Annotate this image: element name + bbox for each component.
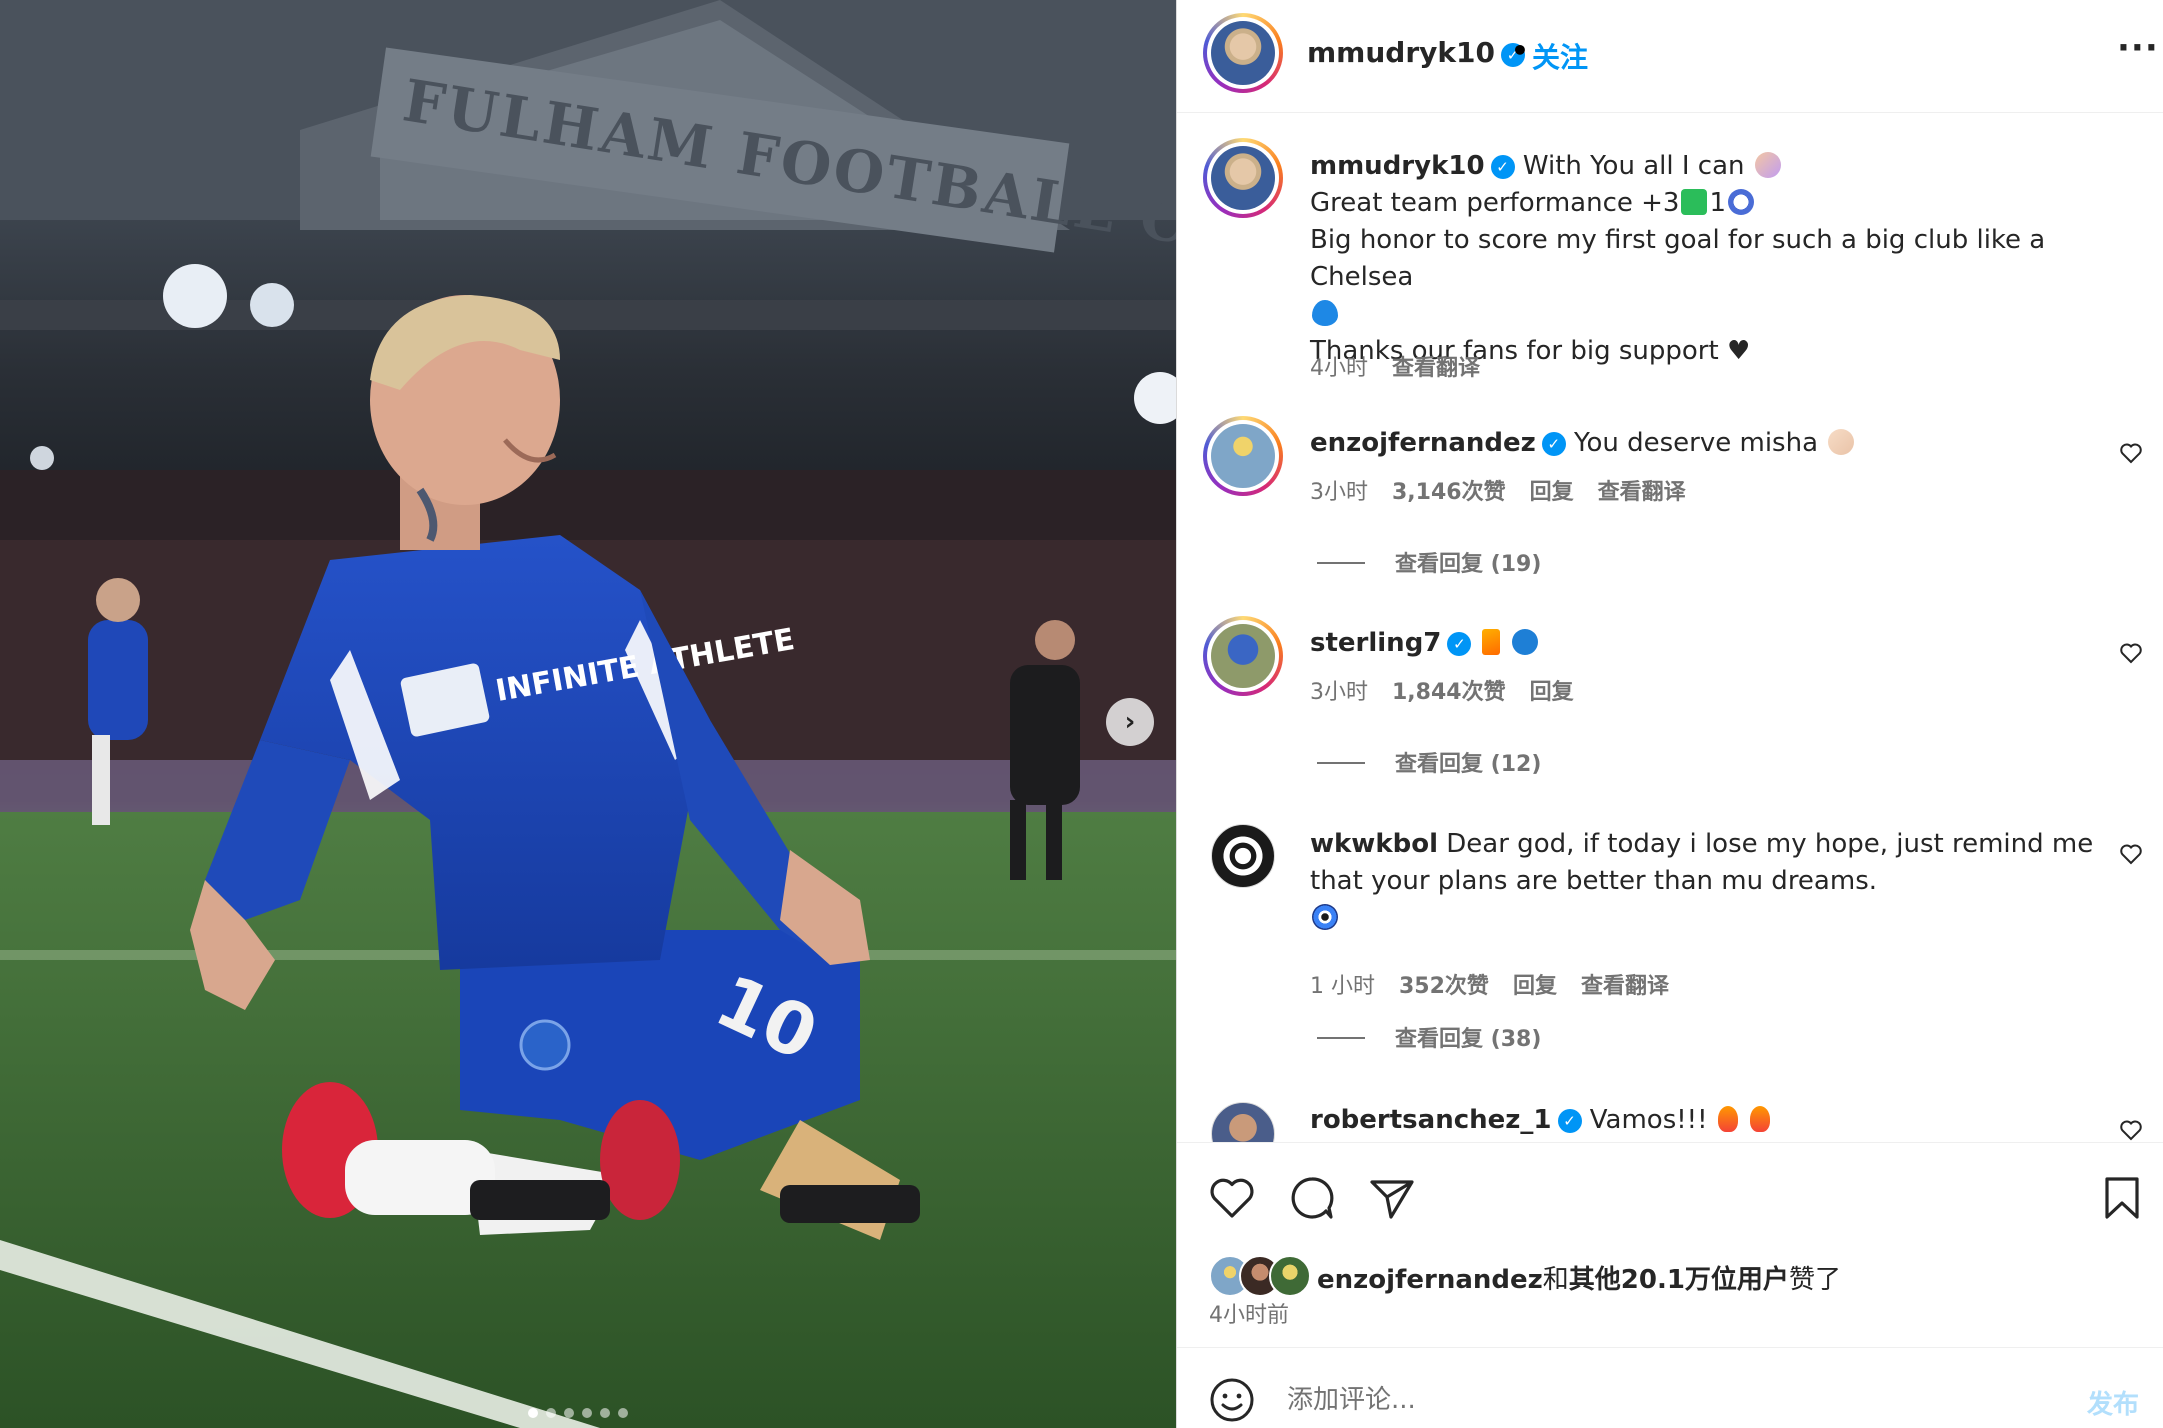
likes-summary[interactable]: enzojfernandez和其他20.1万位用户赞了 (1317, 1259, 1841, 1296)
more-options-icon[interactable]: ··· (2117, 28, 2159, 68)
comment-like-heart-icon[interactable] (2119, 641, 2143, 665)
comment-time: 3小时 (1310, 680, 1368, 705)
evil-eye-icon (1312, 904, 1338, 930)
comment-body: You deserve misha (1574, 428, 1818, 458)
carousel-indicator (528, 1408, 628, 1418)
comment-bubble-icon[interactable] (1287, 1173, 1337, 1223)
view-replies-button[interactable]: 查看回复 (38) (1317, 1021, 1541, 1053)
separator-dot: • (1511, 34, 1529, 67)
comment-meta: 3小时 3,146次赞 回复 查看翻译 (1310, 474, 1686, 506)
comment-time: 1 小时 (1310, 974, 1375, 999)
comment-meta: 1 小时 352次赞 回复 查看翻译 (1310, 968, 1669, 1000)
fire-icon (1717, 1106, 1738, 1132)
carousel-dot (546, 1408, 556, 1418)
likes-others-link[interactable]: 其他20.1万位用户 (1569, 1265, 1789, 1295)
smiley-icon[interactable] (1209, 1377, 1255, 1423)
caption-username[interactable]: mmudryk10 (1310, 151, 1485, 181)
floodlight (1134, 372, 1176, 424)
liker-avatar (1269, 1255, 1311, 1297)
comment-reply-button[interactable]: 回复 (1530, 674, 1574, 706)
comment-time: 3小时 (1310, 480, 1368, 505)
comment-username[interactable]: enzojfernandez (1310, 428, 1536, 458)
caption-line: With You all I can (1522, 151, 1745, 181)
comment-likes[interactable]: 3,146次赞 (1392, 474, 1506, 506)
comment-input[interactable] (1287, 1378, 2047, 1422)
caption-line: Great team performance +3 (1310, 188, 1680, 218)
publish-button[interactable]: 发布 (2087, 1384, 2139, 1421)
caption-line: 1 (1709, 188, 1727, 218)
comment-likes[interactable]: 352次赞 (1399, 968, 1489, 1000)
check-mark-icon (1681, 189, 1708, 215)
blue-heart-icon (1312, 300, 1338, 326)
comment-like-heart-icon[interactable] (2119, 842, 2143, 866)
comment-like-heart-icon[interactable] (2119, 1118, 2143, 1142)
caption-translate-link[interactable]: 查看翻译 (1392, 350, 1480, 382)
author-username-link[interactable]: mmudryk10 ✓ (1307, 36, 1525, 69)
comment-username[interactable]: wkwkbol (1310, 829, 1438, 859)
liked-by-avatars[interactable] (1209, 1255, 1319, 1299)
comment-translate-link[interactable]: 查看翻译 (1598, 474, 1686, 506)
comment-text: sterling7 ✓ (1310, 625, 2110, 662)
view-replies-button[interactable]: 查看回复 (12) (1317, 746, 1541, 778)
chevron-right-icon: › (1124, 707, 1136, 737)
add-comment-bar: 发布 (1177, 1347, 2163, 1428)
comments-list[interactable]: mmudryk10 ✓ With You all I can Great team… (1177, 114, 2163, 1142)
caption-text: mmudryk10 ✓ With You all I can Great team… (1310, 148, 2110, 370)
carousel-dot (618, 1408, 628, 1418)
heart-icon[interactable] (1207, 1173, 1257, 1223)
post-photo[interactable]: FULHAM FOOTBALL CLUB 10 INFINITE ATHLETE… (0, 0, 1176, 1428)
verified-icon: ✓ (1490, 155, 1515, 179)
caption-time: 4小时 (1310, 356, 1368, 381)
caption-meta: 4小时 查看翻译 (1310, 350, 1480, 382)
comment-username[interactable]: robertsanchez_1 (1310, 1105, 1552, 1135)
caption-avatar[interactable] (1203, 138, 1283, 218)
verified-icon: ✓ (1557, 1109, 1582, 1133)
comment-reply-button[interactable]: 回复 (1530, 474, 1574, 506)
blue-circle-icon (1511, 629, 1538, 655)
comment-avatar[interactable] (1211, 1102, 1275, 1142)
comment-likes[interactable]: 1,844次赞 (1392, 674, 1506, 706)
lightning-icon (1481, 629, 1500, 655)
likes-connector: 和 (1542, 1265, 1569, 1295)
comment-username[interactable]: sterling7 (1310, 628, 1441, 658)
comment-avatar[interactable] (1203, 616, 1283, 696)
verified-icon: ✓ (1447, 632, 1472, 656)
carousel-dot (600, 1408, 610, 1418)
caption-line: Big honor to score my first goal for suc… (1310, 225, 2046, 292)
follow-button[interactable]: 关注 (1532, 36, 1588, 76)
author-avatar[interactable] (1203, 13, 1283, 93)
comment-text: robertsanchez_1 ✓ Vamos!!! (1310, 1102, 2110, 1139)
likes-suffix: 赞了 (1788, 1265, 1841, 1295)
next-photo-button[interactable]: › (1106, 698, 1154, 746)
comment-text: wkwkbol Dear god, if today i lose my hop… (1310, 826, 2110, 937)
comment-translate-link[interactable]: 查看翻译 (1581, 968, 1669, 1000)
post-sidebar: mmudryk10 ✓ • 关注 ··· mmudryk10 ✓ With You … (1176, 0, 2163, 1428)
comment-avatar[interactable] (1211, 824, 1275, 888)
likes-username[interactable]: enzojfernandez (1317, 1265, 1543, 1295)
paper-plane-icon[interactable] (1367, 1173, 1417, 1223)
comment-text: enzojfernandez ✓ You deserve misha (1310, 425, 2110, 462)
comment-body: Vamos!!! (1589, 1105, 1708, 1135)
soccer-ball-icon (1728, 189, 1755, 215)
clapping-hands-icon (1828, 429, 1855, 455)
comment-meta: 3小时 1,844次赞 回复 (1310, 674, 1574, 706)
praying-hands-icon (1754, 152, 1781, 178)
post-header: mmudryk10 ✓ • 关注 ··· (1177, 0, 2163, 113)
comment-reply-button[interactable]: 回复 (1513, 968, 1557, 1000)
carousel-dot (582, 1408, 592, 1418)
view-replies-button[interactable]: 查看回复 (19) (1317, 546, 1541, 578)
fire-icon (1750, 1106, 1771, 1132)
comment-like-heart-icon[interactable] (2119, 441, 2143, 465)
carousel-dot (528, 1408, 538, 1418)
bookmark-icon[interactable] (2097, 1173, 2147, 1223)
floodlight (250, 283, 294, 327)
comment-avatar[interactable] (1203, 416, 1283, 496)
carousel-dot (564, 1408, 574, 1418)
post-actions: enzojfernandez和其他20.1万位用户赞了 4小时前 (1177, 1142, 2163, 1347)
photo-illustration: FULHAM FOOTBALL CLUB 10 INFINITE ATHLETE (0, 0, 1176, 1428)
floodlight (163, 264, 227, 328)
verified-icon: ✓ (1541, 432, 1566, 456)
post-timestamp[interactable]: 4小时前 (1209, 1297, 1289, 1329)
